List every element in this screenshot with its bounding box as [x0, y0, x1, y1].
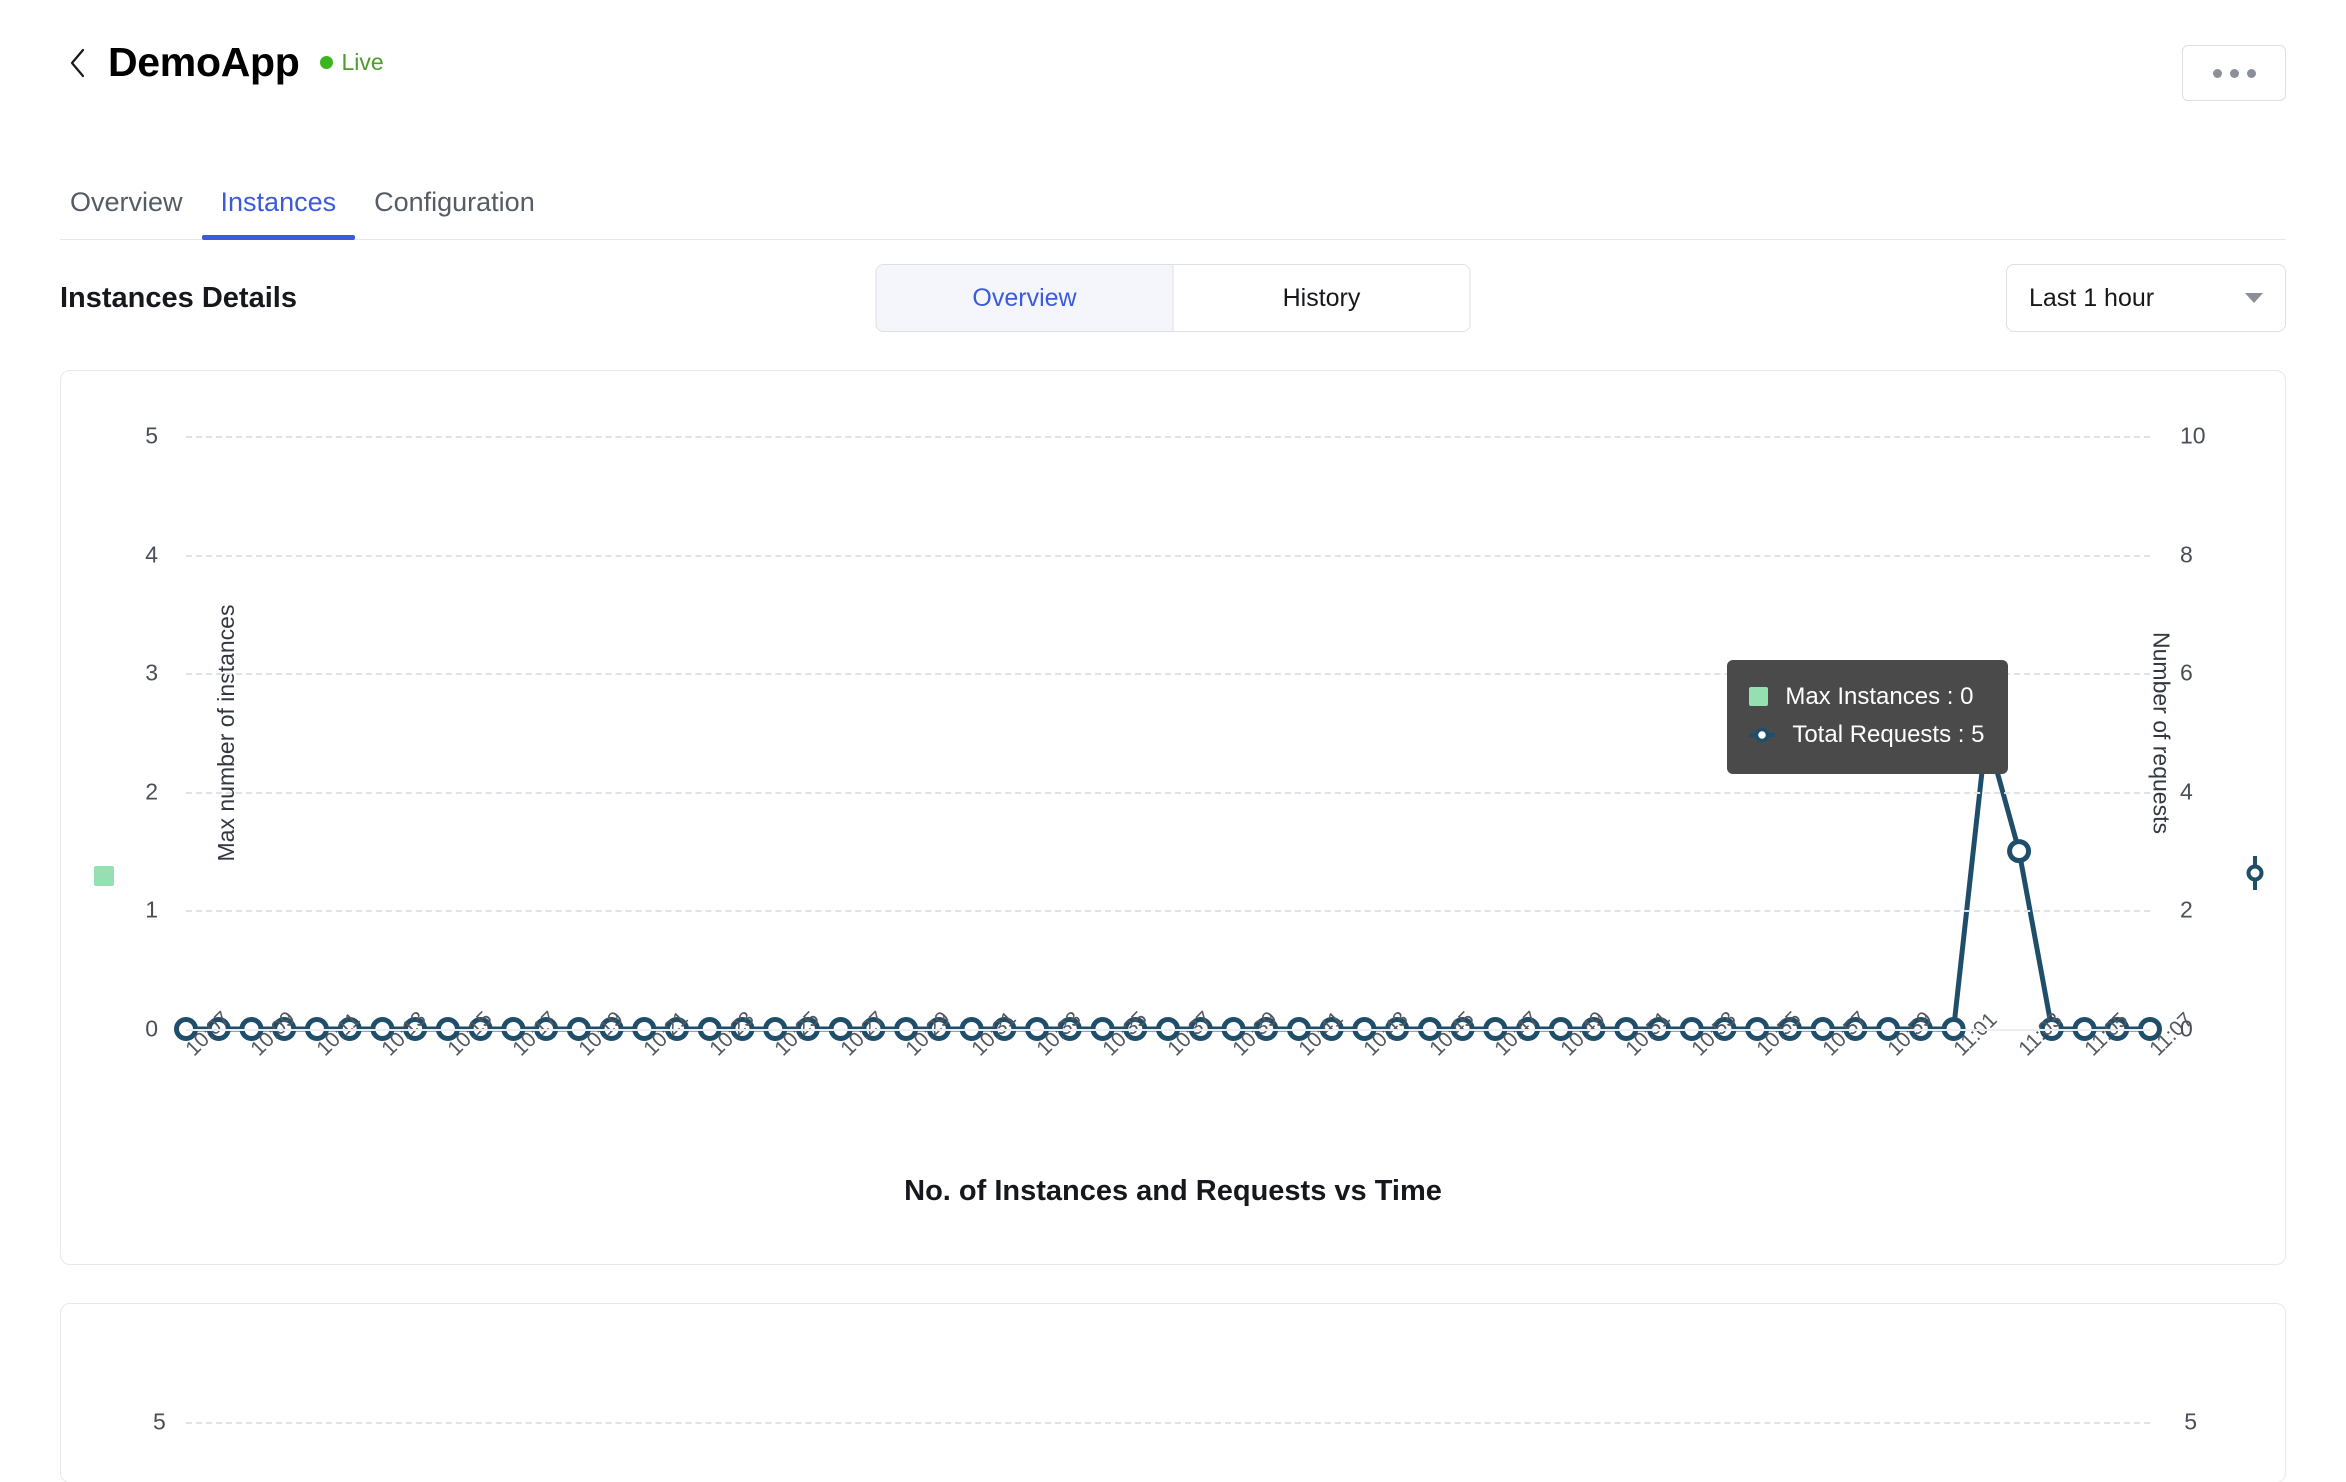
segment-overview[interactable]: Overview: [876, 265, 1173, 331]
tooltip-text-total-requests: Total Requests : 5: [1792, 720, 1985, 748]
tab-instances[interactable]: Instances: [201, 189, 356, 240]
chart-gridline: [186, 910, 2150, 913]
section-title: Instances Details: [60, 281, 297, 314]
tooltip-row-total-requests: Total Requests : 5: [1749, 716, 1984, 754]
tooltip-text-max-instances: Max Instances : 0: [1785, 682, 1974, 710]
page-title: DemoApp: [108, 39, 300, 85]
back-chevron-icon[interactable]: [60, 46, 94, 80]
time-range-select[interactable]: Last 1 hour: [2006, 264, 2286, 332]
y-axis-right-tick: 6: [2180, 659, 2193, 686]
y-axis-left-tick: 0: [145, 1015, 158, 1042]
more-options-button[interactable]: [2182, 45, 2286, 101]
chart-title: No. of Instances and Requests vs Time: [904, 1175, 1442, 1207]
chart-area: Max number of instances Number of reques…: [61, 371, 2285, 1264]
tooltip-swatch-icon: [1749, 687, 1769, 706]
secondary-y-tick-left: 5: [153, 1408, 166, 1435]
y-axis-right-title: Number of requests: [2148, 631, 2175, 834]
chart-data-point[interactable]: [2007, 839, 2032, 864]
view-mode-segmented-control: Overview History: [875, 264, 1471, 332]
tab-overview[interactable]: Overview: [60, 189, 202, 240]
live-status-label: Live: [341, 49, 384, 75]
y-axis-right-tick: 2: [2180, 896, 2193, 923]
tabbar: Overview Instances Configuration: [0, 125, 2346, 240]
y-axis-left-tick: 5: [145, 422, 158, 449]
y-axis-right-tick: 0: [2180, 1015, 2193, 1042]
y-axis-left-tick: 2: [145, 778, 158, 805]
chart-tooltip: Max Instances : 0 Total Requests : 5: [1727, 659, 2009, 774]
chart-gridline: [186, 436, 2150, 438]
y-axis-right-tick: 8: [2180, 541, 2193, 568]
legend-swatch-max-instances: [94, 865, 114, 886]
y-axis-right-tick: 4: [2180, 778, 2193, 805]
ellipsis-icon-dot: [2229, 68, 2239, 78]
chart-gridline: [186, 1029, 2150, 1031]
tooltip-row-max-instances: Max Instances : 0: [1749, 678, 1984, 716]
tab-configuration[interactable]: Configuration: [355, 189, 554, 240]
chevron-down-icon: [2245, 293, 2263, 303]
secondary-chart-area: 5 5: [61, 1304, 2285, 1482]
y-axis-left-tick: 1: [145, 896, 158, 923]
y-axis-left-title: Max number of instances: [212, 604, 239, 861]
y-axis-right-tick: 10: [2180, 422, 2206, 449]
status-badge: Live: [319, 49, 384, 75]
ellipsis-icon-dot: [2246, 68, 2256, 78]
instances-requests-chart-card: Max number of instances Number of reques…: [60, 370, 2286, 1265]
app-header: DemoApp Live: [0, 0, 2346, 125]
secondary-y-tick-right: 5: [2184, 1408, 2197, 1435]
y-axis-left-tick: 3: [145, 659, 158, 686]
chart-gridline: [186, 554, 2150, 557]
instances-toolbar: Instances Details Overview History Last …: [60, 240, 2286, 356]
secondary-gridline: [186, 1422, 2150, 1424]
secondary-chart-card: 5 5: [60, 1303, 2286, 1482]
chart-gridline: [186, 791, 2150, 794]
y-axis-left-tick: 4: [145, 541, 158, 568]
chart-series-line: [186, 730, 2150, 1032]
ellipsis-icon-dot: [2212, 68, 2222, 78]
live-status-dot-icon: [319, 56, 333, 69]
time-range-value: Last 1 hour: [2029, 283, 2155, 312]
legend-marker-total-requests: [2246, 856, 2264, 891]
tooltip-line-dot-icon: [1749, 727, 1776, 742]
segment-history[interactable]: History: [1173, 265, 1470, 331]
